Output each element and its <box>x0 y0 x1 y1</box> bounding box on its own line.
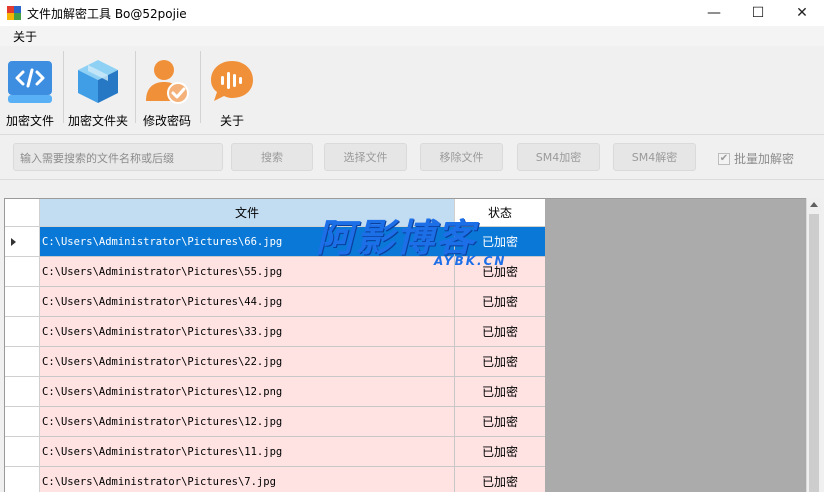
cell-file-path[interactable]: C:\Users\Administrator\Pictures\44.jpg <box>40 287 455 317</box>
table-row[interactable]: C:\Users\Administrator\Pictures\44.jpg 已加… <box>5 287 545 317</box>
row-header[interactable] <box>5 377 40 407</box>
toolbar-separator <box>135 51 136 123</box>
menu-about[interactable]: 关于 <box>13 28 37 45</box>
about-label: 关于 <box>219 114 244 128</box>
close-icon: ✕ <box>796 5 808 21</box>
maximize-icon: ☐ <box>751 5 765 21</box>
row-header[interactable] <box>5 347 40 377</box>
scroll-thumb[interactable] <box>809 214 819 492</box>
minimize-icon: — <box>707 5 721 21</box>
chat-bubble-icon <box>208 57 256 105</box>
row-header[interactable] <box>5 227 40 257</box>
toolbar: 加密文件 加密文件夹 修改密码 关于 <box>0 47 824 131</box>
batch-checkbox[interactable]: ✔ 批量加解密 <box>718 150 794 167</box>
batch-label: 批量加解密 <box>734 152 795 166</box>
cell-file-path[interactable]: C:\Users\Administrator\Pictures\12.png <box>40 377 455 407</box>
cell-status[interactable]: 已加密 <box>455 317 545 347</box>
window-title: 文件加解密工具 Bo@52pojie <box>27 6 187 21</box>
table-row[interactable]: C:\Users\Administrator\Pictures\22.jpg 已加… <box>5 347 545 377</box>
cell-status[interactable]: 已加密 <box>455 347 545 377</box>
sm4-encrypt-button[interactable]: SM4加密 <box>517 143 600 171</box>
toolbar-separator <box>200 51 201 123</box>
action-bar: 输入需要搜索的文件名称或后缀 搜索 选择文件 移除文件 SM4加密 SM4解密 … <box>0 134 824 180</box>
encrypt-folder-label: 加密文件夹 <box>68 114 129 128</box>
about-button[interactable]: 关于 <box>207 51 257 128</box>
cell-file-path[interactable]: C:\Users\Administrator\Pictures\11.jpg <box>40 437 455 467</box>
table-row[interactable]: C:\Users\Administrator\Pictures\12.jpg 已加… <box>5 407 545 437</box>
search-input[interactable]: 输入需要搜索的文件名称或后缀 <box>13 143 223 171</box>
encrypt-file-label: 加密文件 <box>5 114 54 128</box>
encrypt-file-button[interactable]: 加密文件 <box>5 51 55 128</box>
maximize-button[interactable]: ☐ <box>736 0 780 26</box>
cell-file-path[interactable]: C:\Users\Administrator\Pictures\7.jpg <box>40 467 455 492</box>
checkbox-check-icon[interactable]: ✔ <box>718 152 730 165</box>
current-row-arrow-icon <box>11 238 16 246</box>
row-header[interactable] <box>5 467 40 492</box>
title-bar: 文件加解密工具 Bo@52pojie — ☐ ✕ <box>0 0 824 26</box>
grid-vertical-scrollbar[interactable] <box>806 198 821 492</box>
user-check-icon <box>143 57 191 105</box>
grid-corner <box>5 199 40 227</box>
scroll-up-icon[interactable] <box>810 202 818 207</box>
app-icon <box>7 6 21 20</box>
cell-status[interactable]: 已加密 <box>455 437 545 467</box>
code-file-icon <box>6 57 54 105</box>
table-row[interactable]: C:\Users\Administrator\Pictures\33.jpg 已加… <box>5 317 545 347</box>
select-file-button[interactable]: 选择文件 <box>324 143 407 171</box>
cell-status[interactable]: 已加密 <box>455 377 545 407</box>
row-header[interactable] <box>5 257 40 287</box>
window-controls: — ☐ ✕ <box>692 0 824 26</box>
change-password-label: 修改密码 <box>142 114 191 128</box>
table-row[interactable]: C:\Users\Administrator\Pictures\11.jpg 已加… <box>5 437 545 467</box>
cell-file-path[interactable]: C:\Users\Administrator\Pictures\22.jpg <box>40 347 455 377</box>
table-row[interactable]: C:\Users\Administrator\Pictures\7.jpg 已加密 <box>5 467 545 492</box>
row-header[interactable] <box>5 317 40 347</box>
row-header[interactable] <box>5 437 40 467</box>
minimize-button[interactable]: — <box>692 0 736 26</box>
sm4-decrypt-button[interactable]: SM4解密 <box>613 143 696 171</box>
box-icon <box>74 57 122 105</box>
row-header[interactable] <box>5 287 40 317</box>
cell-status[interactable]: 已加密 <box>455 467 545 492</box>
cell-file-path[interactable]: C:\Users\Administrator\Pictures\33.jpg <box>40 317 455 347</box>
watermark: 阿影博客 AYBK.CN <box>316 216 546 272</box>
change-password-button[interactable]: 修改密码 <box>142 51 192 128</box>
menu-bar: 关于 <box>0 26 824 46</box>
encrypt-folder-button[interactable]: 加密文件夹 <box>68 51 129 128</box>
close-button[interactable]: ✕ <box>780 0 824 26</box>
table-row[interactable]: C:\Users\Administrator\Pictures\12.png 已加… <box>5 377 545 407</box>
cell-file-path[interactable]: C:\Users\Administrator\Pictures\12.jpg <box>40 407 455 437</box>
remove-file-button[interactable]: 移除文件 <box>420 143 503 171</box>
watermark-domain: AYBK.CN <box>434 254 507 268</box>
search-button[interactable]: 搜索 <box>231 143 313 171</box>
toolbar-separator <box>63 51 64 123</box>
cell-status[interactable]: 已加密 <box>455 407 545 437</box>
row-header[interactable] <box>5 407 40 437</box>
cell-status[interactable]: 已加密 <box>455 287 545 317</box>
